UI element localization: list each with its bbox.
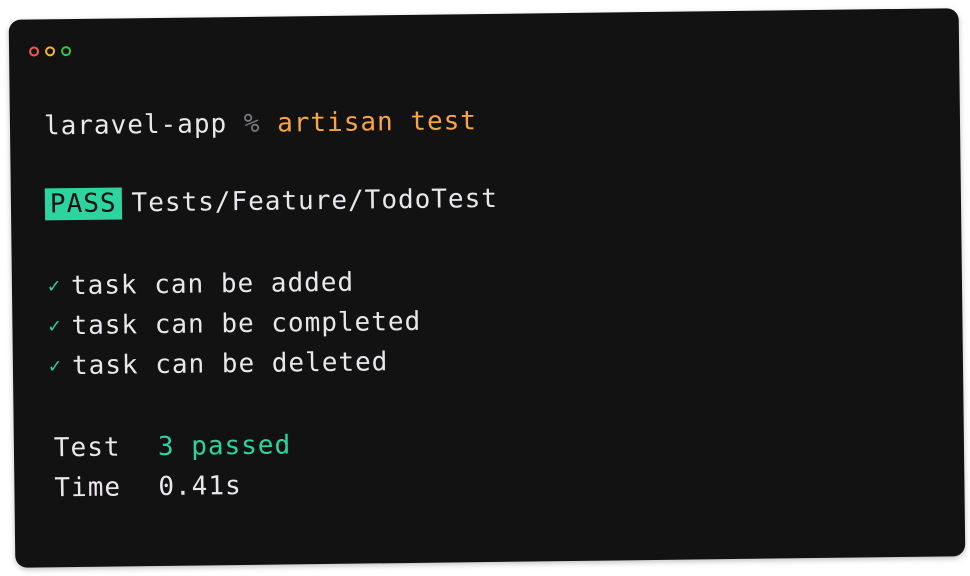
stage: laravel-app % artisan test PASS Tests/Fea…: [0, 0, 970, 576]
result-line: PASS Tests/Feature/TodoTest: [44, 183, 499, 221]
summary-time-row: Time 0.41s: [54, 471, 242, 503]
prompt-line: laravel-app % artisan test: [44, 106, 477, 141]
test-name: task can be deleted: [71, 347, 389, 382]
test-result-item: ✓ task can be deleted: [49, 347, 389, 381]
window-controls: [29, 46, 72, 57]
summary-tests-row: Test 3 passed: [54, 430, 292, 463]
test-result-item: ✓ task can be added: [48, 268, 354, 302]
test-name: task can be completed: [71, 306, 422, 342]
test-name: task can be added: [70, 267, 355, 302]
maximize-icon[interactable]: [61, 46, 72, 57]
summary-time-label: Time: [54, 472, 122, 504]
pass-badge: PASS: [44, 187, 122, 221]
summary-tests-label: Test: [53, 432, 121, 464]
summary-time-value: 0.41s: [158, 471, 242, 503]
prompt-symbol: %: [243, 108, 261, 139]
prompt-directory: laravel-app: [43, 109, 228, 142]
check-icon: ✓: [47, 273, 62, 298]
check-icon: ✓: [48, 353, 63, 378]
minimize-icon[interactable]: [45, 46, 56, 57]
check-icon: ✓: [48, 313, 62, 338]
summary-tests-value: 3 passed: [157, 430, 292, 463]
close-icon[interactable]: [29, 46, 40, 57]
test-result-item: ✓ task can be completed: [48, 307, 421, 342]
test-suite-name: Tests/Feature/TodoTest: [131, 183, 499, 219]
terminal-window: laravel-app % artisan test PASS Tests/Fea…: [8, 8, 966, 568]
prompt-command: artisan test: [276, 106, 478, 139]
